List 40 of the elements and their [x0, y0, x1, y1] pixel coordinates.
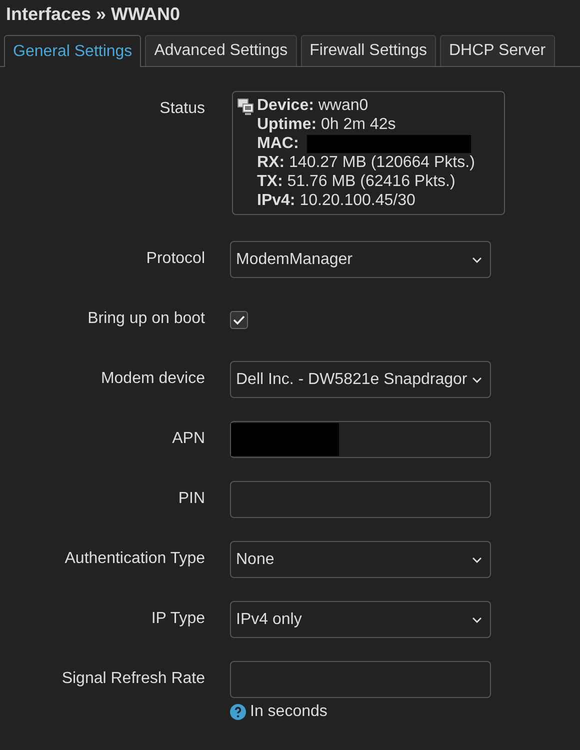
status-key: MAC: — [257, 135, 299, 152]
input-field[interactable] — [230, 481, 491, 518]
tab[interactable]: DHCP Server — [440, 35, 555, 66]
status-key: TX: — [257, 173, 283, 190]
field-label: Protocol — [146, 250, 205, 267]
status-key: RX: — [257, 154, 285, 171]
caret-icon — [472, 556, 482, 562]
status-value: 0h 2m 42s — [321, 116, 396, 133]
tab[interactable]: Firewall Settings — [300, 35, 436, 66]
status-value: wwan0 — [318, 97, 368, 114]
field-label: Status — [160, 100, 205, 117]
hint-text: In seconds — [250, 703, 328, 721]
dropdown[interactable]: ModemManager — [230, 241, 491, 278]
input-field[interactable] — [230, 421, 491, 458]
status-key: IPv4: — [257, 192, 296, 209]
status-value: 10.20.100.45/30 — [300, 192, 416, 209]
status-key: Device: — [257, 97, 314, 114]
dropdown[interactable]: None — [230, 541, 491, 578]
status-value: 51.76 MB (62416 Pkts.) — [287, 173, 456, 190]
tab[interactable]: General Settings — [4, 35, 142, 67]
dropdown[interactable]: IPv4 only — [230, 601, 491, 638]
caret-icon — [472, 256, 482, 262]
dropdown[interactable]: Dell Inc. - DW5821e Snapdragor — [230, 361, 491, 398]
field-label: Authentication Type — [64, 550, 205, 567]
checkbox[interactable] — [230, 311, 248, 329]
page-title: Interfaces » WWAN0 — [6, 4, 182, 25]
field-label: APN — [172, 430, 205, 447]
field-label: Modem device — [100, 370, 205, 387]
field-label: Bring up on boot — [88, 310, 205, 327]
status-value: 140.27 MB (120664 Pkts.) — [289, 154, 475, 171]
status-key: Uptime: — [257, 116, 317, 133]
caret-icon — [472, 616, 482, 622]
tab[interactable]: Advanced Settings — [145, 35, 297, 66]
input-field[interactable] — [230, 661, 491, 698]
network-icon — [237, 98, 255, 116]
field-label: Signal Refresh Rate — [62, 670, 205, 687]
field-label: PIN — [178, 490, 205, 507]
field-label: IP Type — [151, 610, 205, 627]
caret-icon — [472, 376, 482, 382]
help-icon — [230, 704, 246, 720]
